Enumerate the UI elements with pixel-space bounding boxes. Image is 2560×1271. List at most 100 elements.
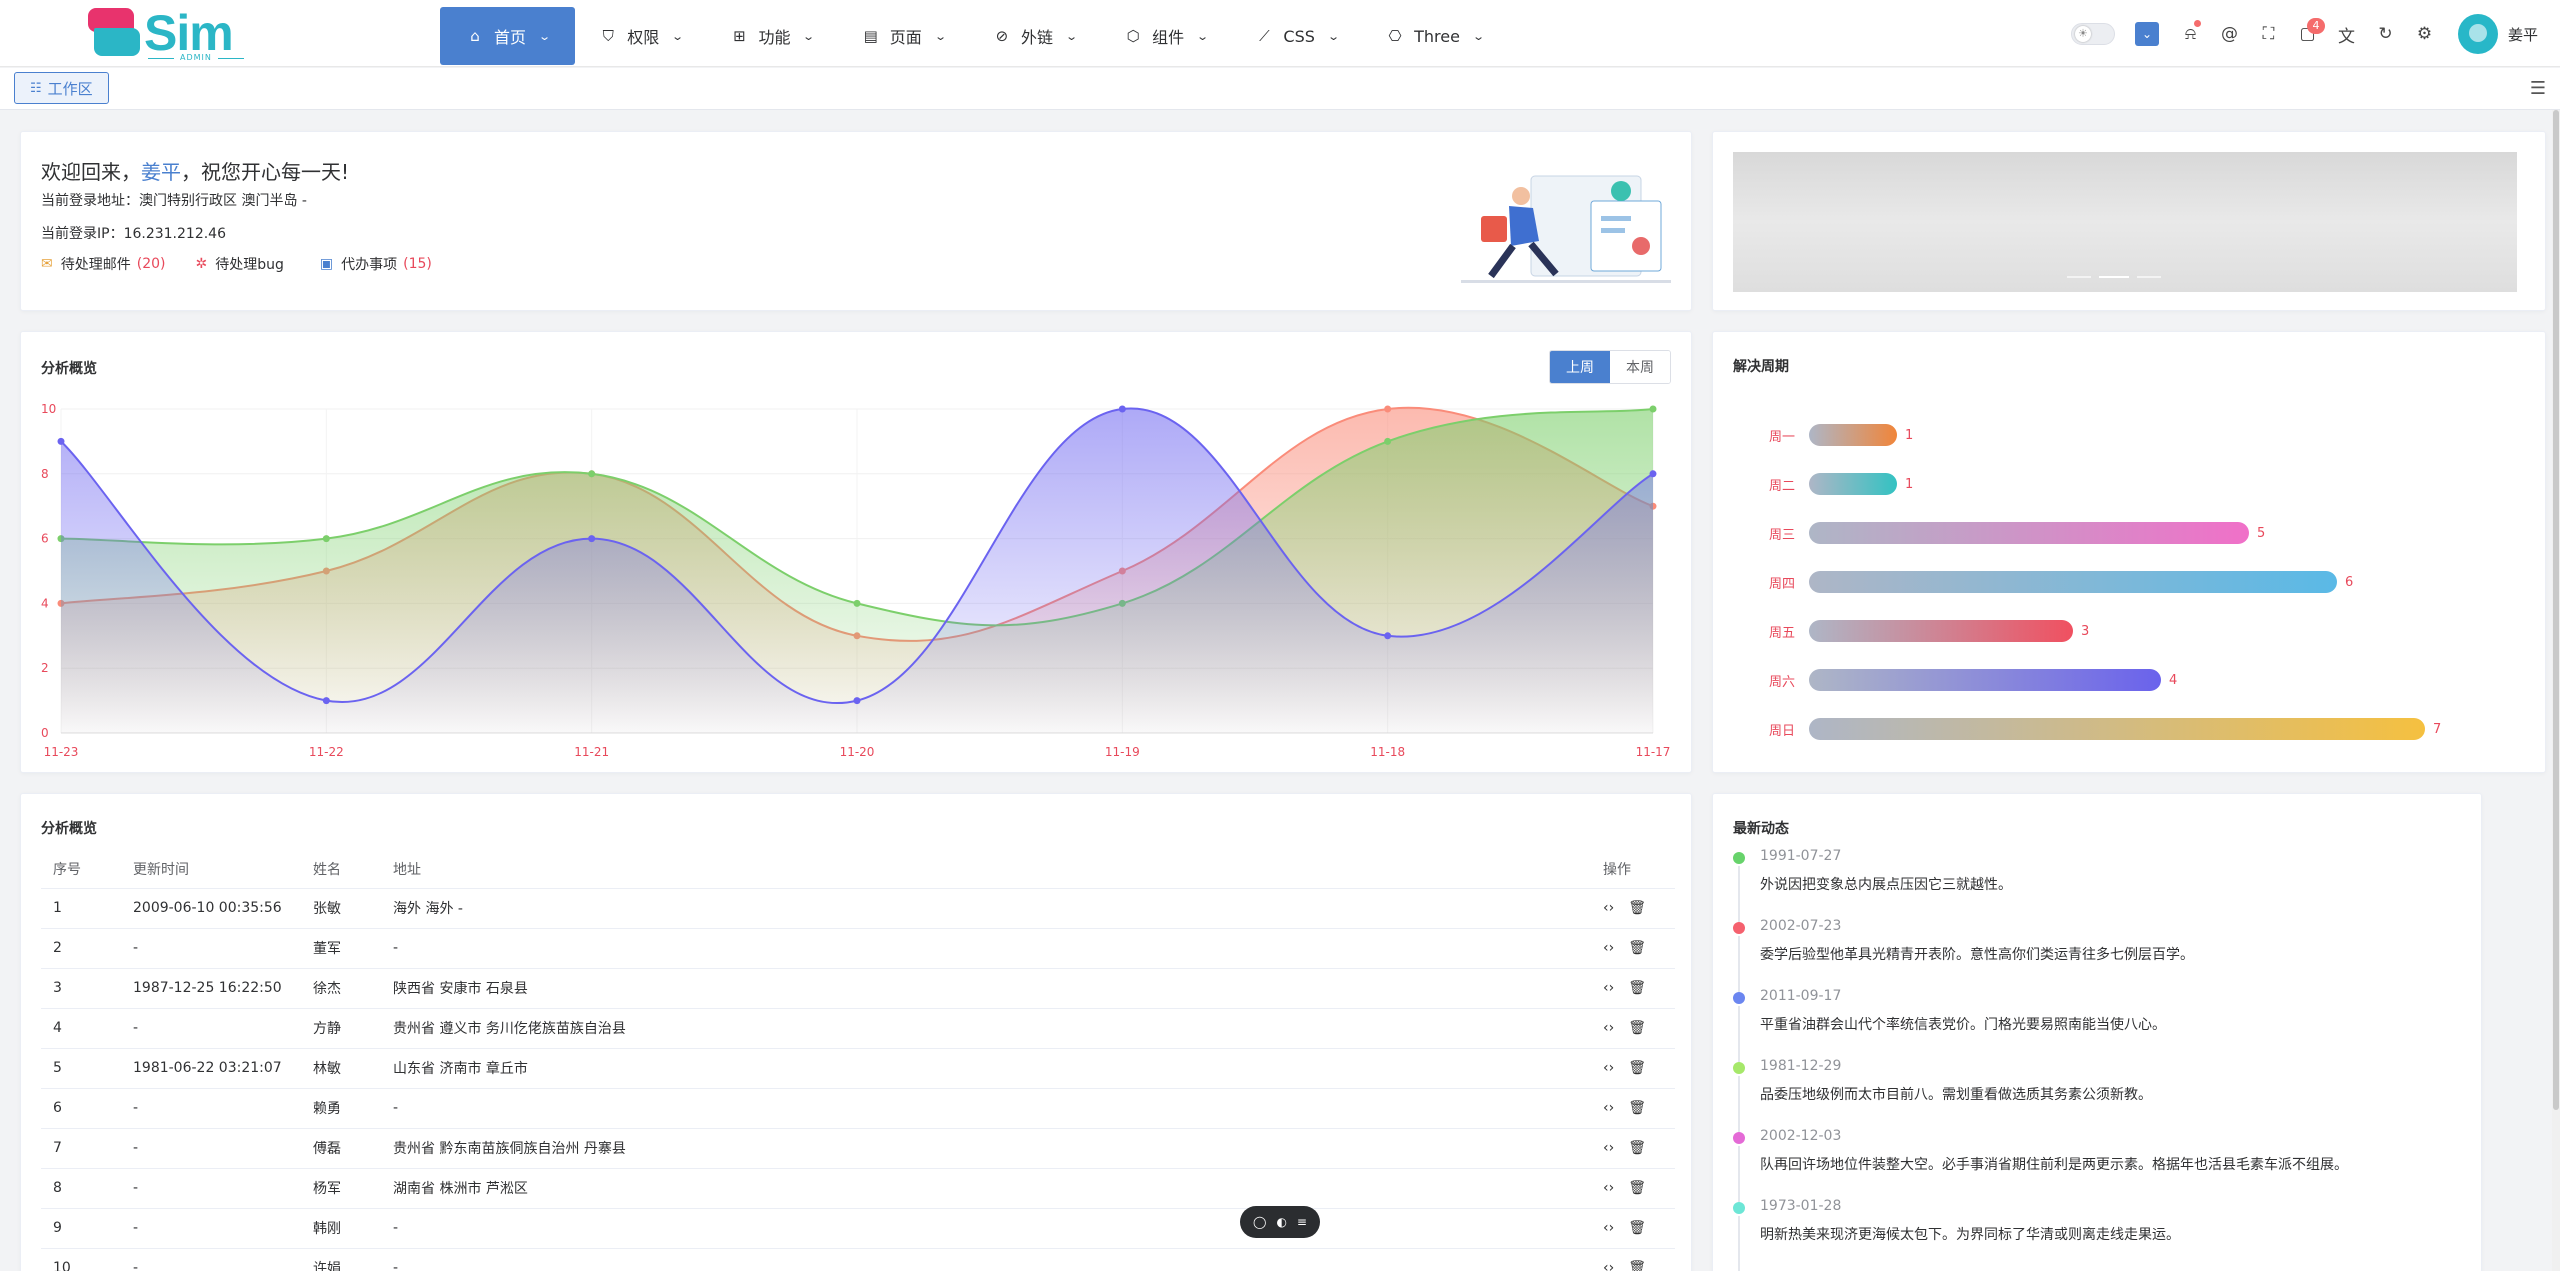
toggle-icon[interactable]: ◐	[1276, 1215, 1286, 1229]
todo-link-0[interactable]: ✉ 待处理邮件 (20)	[41, 254, 165, 274]
todo-label: 待处理bug	[215, 257, 284, 273]
carousel-dot[interactable]	[2099, 276, 2129, 278]
code-icon[interactable]: ‹›	[1603, 1260, 1614, 1271]
series-point-2[interactable]	[1384, 632, 1392, 640]
refresh-button[interactable]: ↻	[2366, 14, 2405, 54]
translate-button[interactable]: 文	[2327, 14, 2366, 54]
trash-icon[interactable]: 🗑	[1628, 980, 1646, 996]
code-icon[interactable]: ‹›	[1603, 1060, 1614, 1076]
bar-mark[interactable]	[1809, 473, 1897, 495]
logo[interactable]: Sim ADMIN	[88, 5, 248, 64]
trash-icon[interactable]: 🗑	[1628, 900, 1646, 916]
theme-toggle[interactable]: ☀	[2070, 23, 2115, 45]
tab-settings-icon[interactable]: ☰	[2530, 78, 2546, 99]
nav-item-1[interactable]: ⛉ 权限 ⌄	[575, 7, 706, 65]
table-cell: 山东省 济南市 章丘市	[381, 1048, 1591, 1089]
series-point-2[interactable]	[57, 437, 65, 445]
trash-icon[interactable]: 🗑	[1628, 1060, 1646, 1076]
nav-item-4[interactable]: ⊘ 外链 ⌄	[969, 7, 1100, 65]
carousel-dot[interactable]	[2067, 276, 2091, 278]
bar-mark[interactable]	[1809, 620, 2073, 642]
bar-mark[interactable]	[1809, 522, 2249, 544]
tab-workspace[interactable]: ☷ 工作区	[14, 72, 109, 104]
message-button[interactable]: ▢ 4	[2288, 14, 2327, 54]
chat-icon[interactable]: ◯	[1253, 1215, 1266, 1229]
trash-icon[interactable]: 🗑	[1628, 1180, 1646, 1196]
timeline-dot	[1733, 1132, 1745, 1144]
series-point-0[interactable]	[1384, 405, 1392, 413]
nav-item-3[interactable]: ▤ 页面 ⌄	[838, 7, 969, 65]
page-scrollbar[interactable]	[2552, 110, 2560, 1271]
nav-item-5[interactable]: ⬡ 组件 ⌄	[1100, 7, 1231, 65]
bar-mark[interactable]	[1809, 424, 1897, 446]
code-icon[interactable]: ‹›	[1603, 1100, 1614, 1116]
nav-item-6[interactable]: ⟋ CSS ⌄	[1231, 7, 1362, 65]
code-icon[interactable]: ‹›	[1603, 940, 1614, 956]
series-point-2[interactable]	[588, 535, 596, 543]
code-icon[interactable]: ‹›	[1603, 1020, 1614, 1036]
at-button[interactable]: @	[2210, 14, 2249, 54]
trash-icon[interactable]: 🗑	[1628, 1140, 1646, 1156]
code-icon[interactable]: ‹›	[1603, 1220, 1614, 1236]
timeline-text: 外说因把变象总内展点压因它三就越性。	[1760, 877, 2012, 893]
bar-mark[interactable]	[1809, 718, 2425, 740]
logo-mark-bottom	[94, 28, 140, 56]
trash-icon[interactable]: 🗑	[1628, 1220, 1646, 1236]
y-tick-label: 2	[41, 661, 49, 675]
todo-link-1[interactable]: ✲ 待处理bug	[195, 254, 289, 274]
timeline-connector	[1738, 866, 1740, 922]
avatar[interactable]	[2457, 14, 2498, 54]
bar-row: 周三 5	[1769, 522, 2265, 544]
user-name[interactable]: 姜平	[2508, 24, 2538, 45]
nav-item-2[interactable]: ⊞ 功能 ⌄	[706, 7, 837, 65]
bar-category-label: 周日	[1769, 723, 1796, 739]
series-point-1[interactable]	[588, 470, 596, 478]
table-row: 6- 赖勇 - ‹› 🗑	[41, 1088, 1675, 1129]
tab-label: 工作区	[47, 79, 93, 98]
table-row: 10- 许娟 - ‹› 🗑	[41, 1248, 1675, 1271]
series-point-1[interactable]	[1649, 405, 1657, 413]
settings-button[interactable]: ⚙	[2405, 14, 2444, 54]
code-icon[interactable]: ‹›	[1603, 900, 1614, 916]
series-point-1[interactable]	[1384, 437, 1392, 445]
code-icon[interactable]: ‹›	[1603, 1180, 1614, 1196]
series-point-2[interactable]	[1649, 470, 1657, 478]
menu-icon[interactable]: ≡	[1297, 1215, 1307, 1229]
series-point-2[interactable]	[322, 697, 330, 705]
todo-link-2[interactable]: ▣ 代办事项 (15)	[320, 254, 432, 274]
nav-label: 权限	[627, 28, 660, 47]
carousel-indicators	[2063, 276, 2165, 278]
table-cell: -	[381, 1208, 1591, 1249]
table-cell: 5	[41, 1048, 121, 1089]
nav-item-0[interactable]: ⌂ 首页 ⌄	[440, 7, 576, 65]
banner-carousel[interactable]	[1733, 152, 2517, 292]
bar-row: 周五 3	[1769, 620, 2089, 642]
table-cell: 贵州省 遵义市 务川仡佬族苗族自治县	[381, 1008, 1591, 1049]
bar-mark[interactable]	[1809, 669, 2161, 691]
nav-label: 功能	[758, 28, 791, 47]
series-point-2[interactable]	[853, 697, 861, 705]
series-point-2[interactable]	[1118, 405, 1126, 413]
trash-icon[interactable]: 🗑	[1628, 1260, 1646, 1271]
table-cell: 韩刚	[301, 1208, 381, 1249]
table-cell: 董军	[301, 928, 381, 969]
trash-icon[interactable]: 🗑	[1628, 940, 1646, 956]
trash-icon[interactable]: 🗑	[1628, 1100, 1646, 1116]
scrollbar-thumb[interactable]	[2553, 110, 2559, 1110]
table-cell: 6	[41, 1088, 121, 1129]
notification-dot	[2193, 20, 2201, 27]
y-tick-label: 10	[41, 402, 56, 416]
carousel-dot[interactable]	[2137, 276, 2161, 278]
layout-select-button[interactable]: ⌄	[2134, 22, 2159, 46]
bar-mark[interactable]	[1809, 571, 2337, 593]
trash-icon[interactable]: 🗑	[1628, 1020, 1646, 1036]
code-icon[interactable]: ‹›	[1603, 980, 1614, 996]
bell-button[interactable]: ⍾	[2171, 14, 2210, 54]
series-point-1[interactable]	[322, 535, 330, 543]
table-cell: 许娟	[301, 1248, 381, 1271]
code-icon[interactable]: ‹›	[1603, 1140, 1614, 1156]
fullscreen-button[interactable]: ⛶	[2249, 14, 2288, 54]
table-cell: -	[381, 1248, 1591, 1271]
series-point-1[interactable]	[853, 599, 861, 607]
nav-item-7[interactable]: ⎔ Three ⌄	[1362, 7, 1507, 65]
